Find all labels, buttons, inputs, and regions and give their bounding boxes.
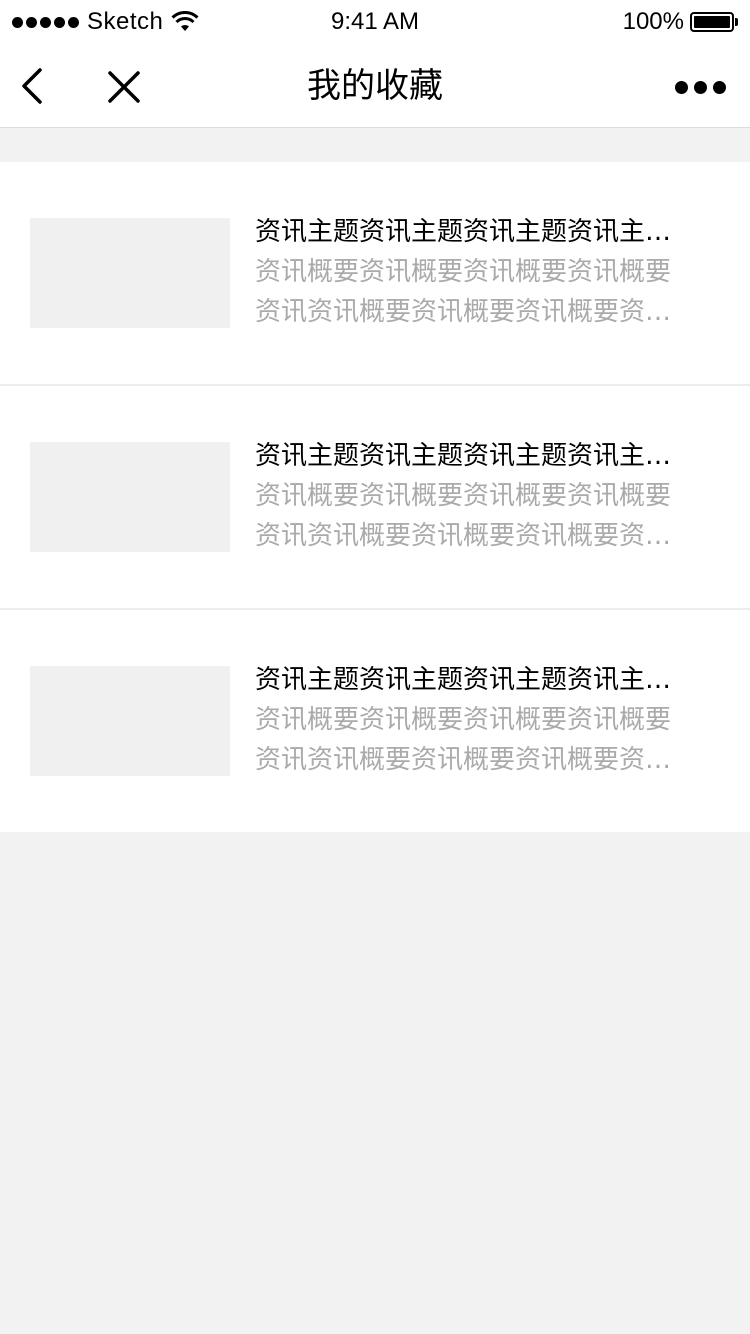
back-icon[interactable]	[18, 66, 48, 106]
favorite-title: 资讯主题资讯主题资讯主题资讯主题资讯主题	[255, 441, 695, 471]
favorite-title: 资讯主题资讯主题资讯主题资讯主题资讯主题	[255, 665, 695, 695]
thumbnail-placeholder	[30, 442, 230, 552]
status-bar: Sketch 9:41 AM 100%	[0, 0, 750, 44]
favorite-item[interactable]: 资讯主题资讯主题资讯主题资讯主题资讯主题 资讯概要资讯概要资讯概要资讯概要资讯资…	[0, 162, 750, 386]
favorite-summary: 资讯概要资讯概要资讯概要资讯概要资讯资讯概要资讯概要资讯概要资讯概要	[255, 257, 672, 327]
status-right: 100%	[623, 8, 738, 36]
favorites-list: 资讯主题资讯主题资讯主题资讯主题资讯主题 资讯概要资讯概要资讯概要资讯概要资讯资…	[0, 162, 750, 832]
favorite-item[interactable]: 资讯主题资讯主题资讯主题资讯主题资讯主题 资讯概要资讯概要资讯概要资讯概要资讯资…	[0, 610, 750, 832]
favorite-summary: 资讯概要资讯概要资讯概要资讯概要资讯资讯概要资讯概要资讯概要资讯概要	[255, 481, 672, 551]
close-icon[interactable]	[106, 69, 142, 105]
favorite-title: 资讯主题资讯主题资讯主题资讯主题资讯主题	[255, 217, 695, 247]
more-icon[interactable]	[675, 76, 726, 98]
battery-percentage: 100%	[622, 8, 684, 35]
battery-icon	[690, 12, 738, 32]
thumbnail-placeholder	[30, 666, 230, 776]
favorite-summary: 资讯概要资讯概要资讯概要资讯概要资讯资讯概要资讯概要资讯概要资讯概要	[255, 705, 672, 775]
favorite-item[interactable]: 资讯主题资讯主题资讯主题资讯主题资讯主题 资讯概要资讯概要资讯概要资讯概要资讯资…	[0, 386, 750, 610]
thumbnail-placeholder	[30, 218, 230, 328]
navigation-bar: 我的收藏	[0, 44, 750, 128]
